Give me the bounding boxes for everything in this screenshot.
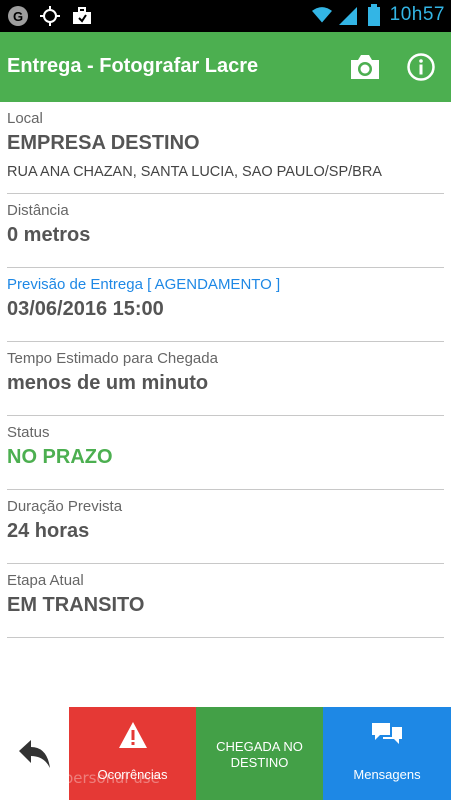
field-distancia: Distância 0 metros — [7, 194, 444, 268]
chegada-label: CHEGADA NO DESTINO — [216, 739, 303, 770]
field-value: 24 horas — [7, 520, 90, 542]
field-label: Previsão de Entrega [ AGENDAMENTO ] — [7, 276, 281, 293]
mensagens-label: Mensagens — [353, 767, 421, 782]
field-label: Local — [7, 110, 43, 127]
field-label: Duração Prevista — [7, 498, 123, 515]
warning-icon — [118, 722, 147, 748]
field-duracao: Duração Prevista 24 horas — [7, 490, 444, 564]
app-bar: Entrega - Fotografar Lacre — [0, 32, 451, 102]
battery-icon — [364, 4, 384, 26]
gps-icon — [40, 6, 60, 26]
page-title: Entrega - Fotografar Lacre — [7, 55, 259, 77]
camera-icon — [351, 55, 379, 79]
chat-icon — [372, 723, 402, 744]
field-etapa: Etapa Atual EM TRANSITO — [7, 564, 444, 638]
google-icon: G — [8, 6, 28, 26]
field-value: 03/06/2016 15:00 — [7, 298, 164, 320]
field-address: RUA ANA CHAZAN, SANTA LUCIA, SAO PAULO/S… — [7, 164, 382, 180]
camera-button[interactable] — [348, 52, 382, 82]
field-label: Distância — [7, 202, 69, 219]
field-tempo: Tempo Estimado para Chegada menos de um … — [7, 342, 444, 416]
chegada-destino-button[interactable]: CHEGADA NO DESTINO — [196, 707, 323, 800]
field-label: Etapa Atual — [7, 572, 84, 589]
field-value: 0 metros — [7, 224, 91, 246]
field-local: Local EMPRESA DESTINO RUA ANA CHAZAN, SA… — [7, 102, 444, 194]
field-label: Tempo Estimado para Chegada — [7, 350, 218, 367]
wifi-icon — [311, 5, 332, 25]
field-previsao: Previsão de Entrega [ AGENDAMENTO ] 03/0… — [7, 268, 444, 342]
field-status: Status NO PRAZO — [7, 416, 444, 490]
status-bar: G 10h57 — [0, 0, 451, 32]
info-icon — [407, 53, 435, 81]
clock: 10h57 — [389, 4, 445, 25]
info-button[interactable] — [406, 52, 436, 82]
watermark: free for personal use — [4, 769, 160, 787]
field-value: EM TRANSITO — [7, 594, 145, 616]
status-badge: NO PRAZO — [7, 446, 113, 468]
field-value: menos de um minuto — [7, 372, 209, 394]
signal-icon — [338, 5, 358, 25]
briefcase-icon — [72, 6, 92, 26]
delivery-details: Local EMPRESA DESTINO RUA ANA CHAZAN, SA… — [0, 102, 451, 638]
back-arrow-icon — [18, 739, 50, 768]
field-value: EMPRESA DESTINO — [7, 132, 200, 154]
mensagens-button[interactable]: Mensagens — [323, 707, 451, 800]
field-label: Status — [7, 424, 50, 441]
